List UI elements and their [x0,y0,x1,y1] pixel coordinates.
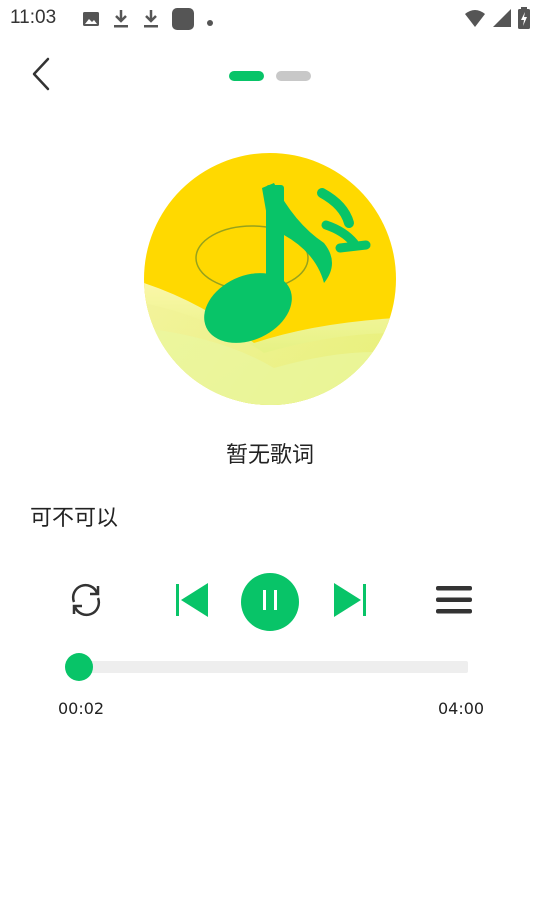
repeat-icon [66,580,106,624]
back-button[interactable] [24,56,58,96]
progress-bar[interactable] [65,653,468,681]
playlist-menu-icon [434,582,474,622]
skip-previous-icon [172,580,212,624]
download-icon [112,9,130,33]
chevron-left-icon [31,57,51,95]
page-indicator [229,71,311,81]
status-bar: 11:03 [0,0,540,38]
status-time: 11:03 [10,7,57,28]
page-dot-lyrics[interactable] [276,71,311,81]
album-cover [144,153,396,405]
signal-icon [492,8,512,32]
lyrics-text: 暂无歌词 [225,443,314,468]
dot-icon [206,12,214,31]
app-square-icon [172,8,194,34]
notification-icons [82,8,214,34]
repeat-button[interactable] [64,580,108,624]
skip-next-icon [330,580,370,624]
image-icon [82,10,100,32]
next-button[interactable] [330,582,370,622]
play-pause-button[interactable] [241,573,299,631]
song-title: 可不可以 [30,506,119,531]
current-time: 00:02 [58,699,105,718]
album-cover-art [144,153,396,405]
pause-icon [259,588,281,616]
battery-charging-icon [518,7,530,33]
progress-thumb[interactable] [65,653,94,681]
playlist-button[interactable] [434,582,474,622]
download-icon [142,9,160,33]
total-time: 04:00 [438,699,485,718]
system-icons [464,7,530,33]
wifi-icon [464,8,486,32]
previous-button[interactable] [172,582,212,622]
page-dot-player[interactable] [229,71,264,81]
